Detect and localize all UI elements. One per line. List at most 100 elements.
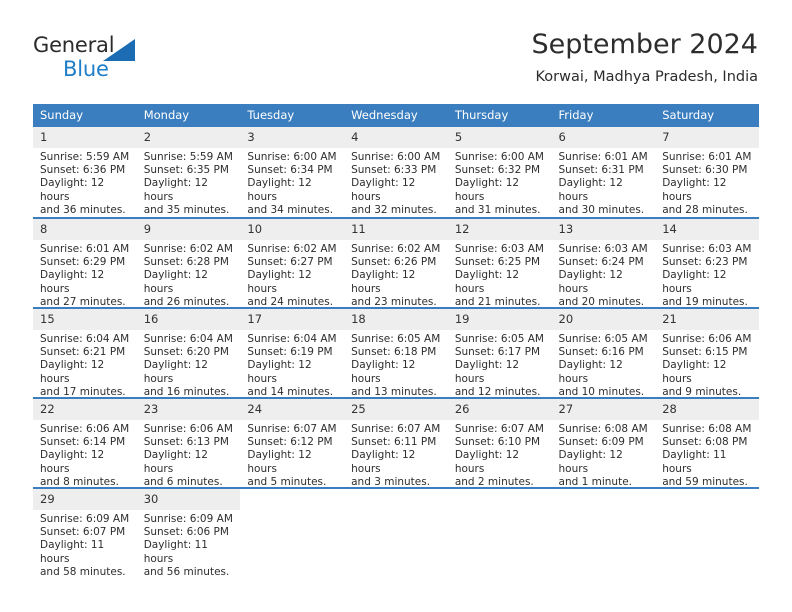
daylight-duration-line1: Daylight: 12 hours [558, 449, 623, 475]
calendar-day-cell[interactable]: 26 Sunrise: 6:07 AM Sunset: 6:10 PM Dayligh… [447, 397, 552, 488]
sunrise-time: Sunrise: 6:01 AM [40, 243, 130, 255]
calendar-day-cell[interactable]: 30 Sunrise: 6:09 AM Sunset: 6:06 PM Dayligh… [136, 487, 241, 578]
sunset-time: Sunset: 6:10 PM [454, 436, 541, 449]
calendar-day-cell[interactable]: 3 Sunrise: 6:00 AM Sunset: 6:34 PM Daylight… [240, 127, 345, 217]
calendar-day-cell[interactable]: 29 Sunrise: 6:09 AM Sunset: 6:07 PM Dayligh… [33, 487, 137, 578]
calendar-day-cell[interactable]: 10 Sunrise: 6:02 AM Sunset: 6:27 PM Dayligh… [240, 217, 345, 308]
day-cell-inner [655, 487, 759, 577]
day-number: 30 [136, 489, 241, 510]
calendar-day-cell[interactable]: 20 Sunrise: 6:05 AM Sunset: 6:16 PM Dayligh… [551, 307, 656, 398]
calendar-day-cell[interactable]: 14 Sunrise: 6:03 AM Sunset: 6:23 PM Dayligh… [655, 217, 759, 308]
daylight-duration-line1: Daylight: 12 hours [247, 359, 312, 385]
sunset-time: Sunset: 6:34 PM [247, 164, 333, 177]
day-details: Sunrise: 6:01 AM Sunset: 6:31 PM Daylight:… [552, 148, 656, 217]
day-number: 16 [136, 309, 241, 330]
calendar-week-row: 22 Sunrise: 6:06 AM Sunset: 6:14 PM Dayligh… [33, 397, 759, 489]
calendar-day-cell[interactable]: 28 Sunrise: 6:08 AM Sunset: 6:08 PM Dayligh… [655, 397, 759, 489]
day-cell-inner: 23 Sunrise: 6:06 AM Sunset: 6:13 PM Dayligh… [136, 397, 241, 488]
day-cell-inner: 19 Sunrise: 6:05 AM Sunset: 6:17 PM Dayligh… [447, 307, 552, 398]
daylight-duration-line2: and 31 minutes. [454, 203, 541, 216]
calendar-day-cell[interactable]: 4 Sunrise: 6:00 AM Sunset: 6:33 PM Daylight… [344, 127, 448, 217]
day-cell-inner: 18 Sunrise: 6:05 AM Sunset: 6:18 PM Dayligh… [344, 307, 448, 398]
sunrise-time: Sunrise: 6:08 AM [662, 423, 752, 435]
day-number [344, 489, 448, 510]
sunrise-time: Sunrise: 6:04 AM [143, 333, 233, 345]
calendar-day-cell[interactable]: 12 Sunrise: 6:03 AM Sunset: 6:25 PM Dayligh… [447, 217, 552, 308]
sunset-time: Sunset: 6:26 PM [351, 256, 437, 269]
sunset-time: Sunset: 6:13 PM [143, 436, 229, 449]
day-cell-inner: 7 Sunrise: 6:01 AM Sunset: 6:30 PM Daylight… [655, 127, 759, 217]
sunrise-time: Sunrise: 6:01 AM [662, 151, 752, 163]
daylight-duration-line1: Daylight: 12 hours [40, 359, 105, 385]
calendar-day-cell[interactable]: 1 Sunrise: 5:59 AM Sunset: 6:36 PM Daylight… [33, 127, 137, 217]
sunset-time: Sunset: 6:36 PM [40, 164, 126, 177]
day-number: 18 [344, 309, 448, 330]
daylight-duration-line2: and 58 minutes. [40, 565, 126, 578]
weekday-header-thursday: Thursday [447, 104, 552, 127]
sunrise-time: Sunrise: 6:02 AM [143, 243, 233, 255]
calendar-day-cell[interactable]: 22 Sunrise: 6:06 AM Sunset: 6:14 PM Dayligh… [33, 397, 137, 488]
day-cell-inner: 4 Sunrise: 6:00 AM Sunset: 6:33 PM Daylight… [344, 127, 448, 217]
calendar-day-cell[interactable]: 9 Sunrise: 6:02 AM Sunset: 6:28 PM Daylight… [136, 217, 241, 308]
daylight-duration-line1: Daylight: 12 hours [143, 359, 208, 385]
calendar-day-cell[interactable]: 23 Sunrise: 6:06 AM Sunset: 6:13 PM Dayligh… [136, 397, 241, 488]
day-cell-inner: 22 Sunrise: 6:06 AM Sunset: 6:14 PM Dayligh… [33, 397, 137, 488]
day-number: 3 [240, 127, 345, 148]
day-number: 5 [447, 127, 552, 148]
weekday-header-saturday: Saturday [655, 104, 759, 127]
sunset-time: Sunset: 6:18 PM [351, 346, 437, 359]
calendar-week-row: 15 Sunrise: 6:04 AM Sunset: 6:21 PM Dayligh… [33, 307, 759, 399]
day-cell-inner: 9 Sunrise: 6:02 AM Sunset: 6:28 PM Daylight… [136, 217, 241, 308]
day-number: 10 [240, 219, 345, 240]
sunset-time: Sunset: 6:24 PM [558, 256, 644, 269]
day-cell-inner: 20 Sunrise: 6:05 AM Sunset: 6:16 PM Dayligh… [551, 307, 656, 398]
day-cell-inner: 3 Sunrise: 6:00 AM Sunset: 6:34 PM Daylight… [240, 127, 345, 217]
calendar-day-cell[interactable]: 19 Sunrise: 6:05 AM Sunset: 6:17 PM Dayligh… [447, 307, 552, 398]
calendar-day-cell[interactable]: 17 Sunrise: 6:04 AM Sunset: 6:19 PM Dayligh… [240, 307, 345, 398]
day-number [448, 489, 552, 510]
sunset-time: Sunset: 6:14 PM [40, 436, 126, 449]
calendar-day-cell[interactable]: 2 Sunrise: 5:59 AM Sunset: 6:35 PM Daylight… [136, 127, 241, 217]
day-cell-inner: 30 Sunrise: 6:09 AM Sunset: 6:06 PM Dayligh… [136, 487, 241, 578]
calendar-day-cell[interactable]: 6 Sunrise: 6:01 AM Sunset: 6:31 PM Daylight… [551, 127, 656, 217]
sunset-time: Sunset: 6:23 PM [662, 256, 748, 269]
day-cell-inner: 5 Sunrise: 6:00 AM Sunset: 6:32 PM Daylight… [447, 127, 552, 217]
day-number [655, 489, 759, 510]
calendar-day-cell[interactable]: 16 Sunrise: 6:04 AM Sunset: 6:20 PM Dayligh… [136, 307, 241, 399]
day-cell-inner: 28 Sunrise: 6:08 AM Sunset: 6:08 PM Dayligh… [655, 397, 759, 489]
calendar-day-cell[interactable]: 11 Sunrise: 6:02 AM Sunset: 6:26 PM Dayligh… [344, 217, 448, 308]
day-details: Sunrise: 6:08 AM Sunset: 6:08 PM Daylight:… [655, 420, 759, 489]
day-cell-inner: 13 Sunrise: 6:03 AM Sunset: 6:24 PM Dayligh… [551, 217, 656, 308]
calendar-day-cell[interactable]: 13 Sunrise: 6:03 AM Sunset: 6:24 PM Dayligh… [551, 217, 656, 308]
general-blue-logo[interactable]: General Blue [33, 33, 233, 85]
daylight-duration-line1: Daylight: 12 hours [351, 269, 416, 295]
sunrise-time: Sunrise: 6:06 AM [143, 423, 233, 435]
sunrise-time: Sunrise: 6:03 AM [558, 243, 648, 255]
calendar-day-cell[interactable]: 21 Sunrise: 6:06 AM Sunset: 6:15 PM Dayligh… [655, 307, 759, 398]
sunrise-time: Sunrise: 6:03 AM [662, 243, 752, 255]
day-number: 24 [240, 399, 345, 420]
calendar-day-cell[interactable]: 27 Sunrise: 6:08 AM Sunset: 6:09 PM Dayligh… [551, 397, 656, 488]
day-details: Sunrise: 6:04 AM Sunset: 6:20 PM Daylight:… [137, 330, 241, 399]
day-cell-inner: 15 Sunrise: 6:04 AM Sunset: 6:21 PM Dayligh… [33, 307, 137, 398]
calendar-day-cell[interactable]: 24 Sunrise: 6:07 AM Sunset: 6:12 PM Dayligh… [240, 397, 345, 488]
weekday-header-monday: Monday [136, 104, 241, 127]
day-cell-inner: 1 Sunrise: 5:59 AM Sunset: 6:36 PM Daylight… [33, 127, 137, 217]
day-number [240, 489, 344, 510]
day-number: 7 [655, 127, 759, 148]
sunset-time: Sunset: 6:11 PM [351, 436, 437, 449]
weekday-header-friday: Friday [551, 104, 656, 127]
calendar-day-cell[interactable]: 18 Sunrise: 6:05 AM Sunset: 6:18 PM Dayligh… [344, 307, 448, 398]
calendar-day-cell[interactable]: 15 Sunrise: 6:04 AM Sunset: 6:21 PM Dayligh… [33, 307, 137, 398]
sunset-time: Sunset: 6:30 PM [662, 164, 748, 177]
weekday-header-tuesday: Tuesday [240, 104, 345, 127]
daylight-duration-line1: Daylight: 11 hours [40, 539, 105, 565]
calendar-day-cell[interactable]: 7 Sunrise: 6:01 AM Sunset: 6:30 PM Daylight… [655, 127, 759, 217]
daylight-duration-line1: Daylight: 12 hours [143, 269, 208, 295]
day-number: 26 [447, 399, 552, 420]
calendar-day-cell[interactable]: 5 Sunrise: 6:00 AM Sunset: 6:32 PM Daylight… [447, 127, 552, 217]
day-cell-inner: 14 Sunrise: 6:03 AM Sunset: 6:23 PM Dayligh… [655, 217, 759, 308]
day-number: 9 [136, 219, 241, 240]
calendar-day-cell[interactable]: 25 Sunrise: 6:07 AM Sunset: 6:11 PM Dayligh… [344, 397, 448, 488]
calendar-day-cell[interactable]: 8 Sunrise: 6:01 AM Sunset: 6:29 PM Daylight… [33, 217, 137, 308]
